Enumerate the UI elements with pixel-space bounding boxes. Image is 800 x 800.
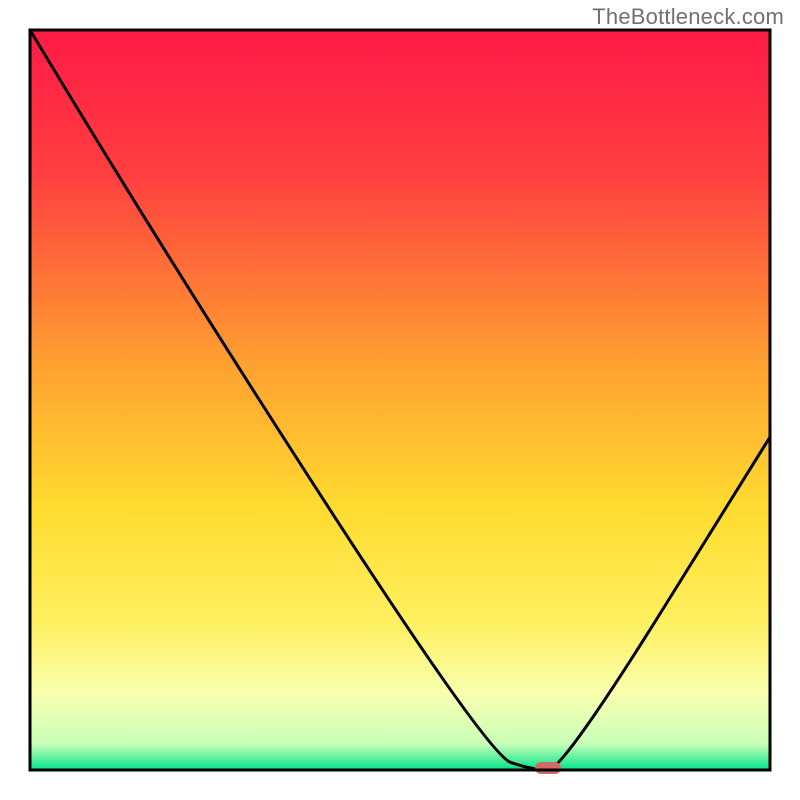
watermark-label: TheBottleneck.com bbox=[592, 4, 784, 30]
optimum-marker bbox=[535, 762, 561, 774]
bottleneck-chart bbox=[0, 0, 800, 800]
chart-container: TheBottleneck.com bbox=[0, 0, 800, 800]
plot-background bbox=[30, 30, 770, 770]
